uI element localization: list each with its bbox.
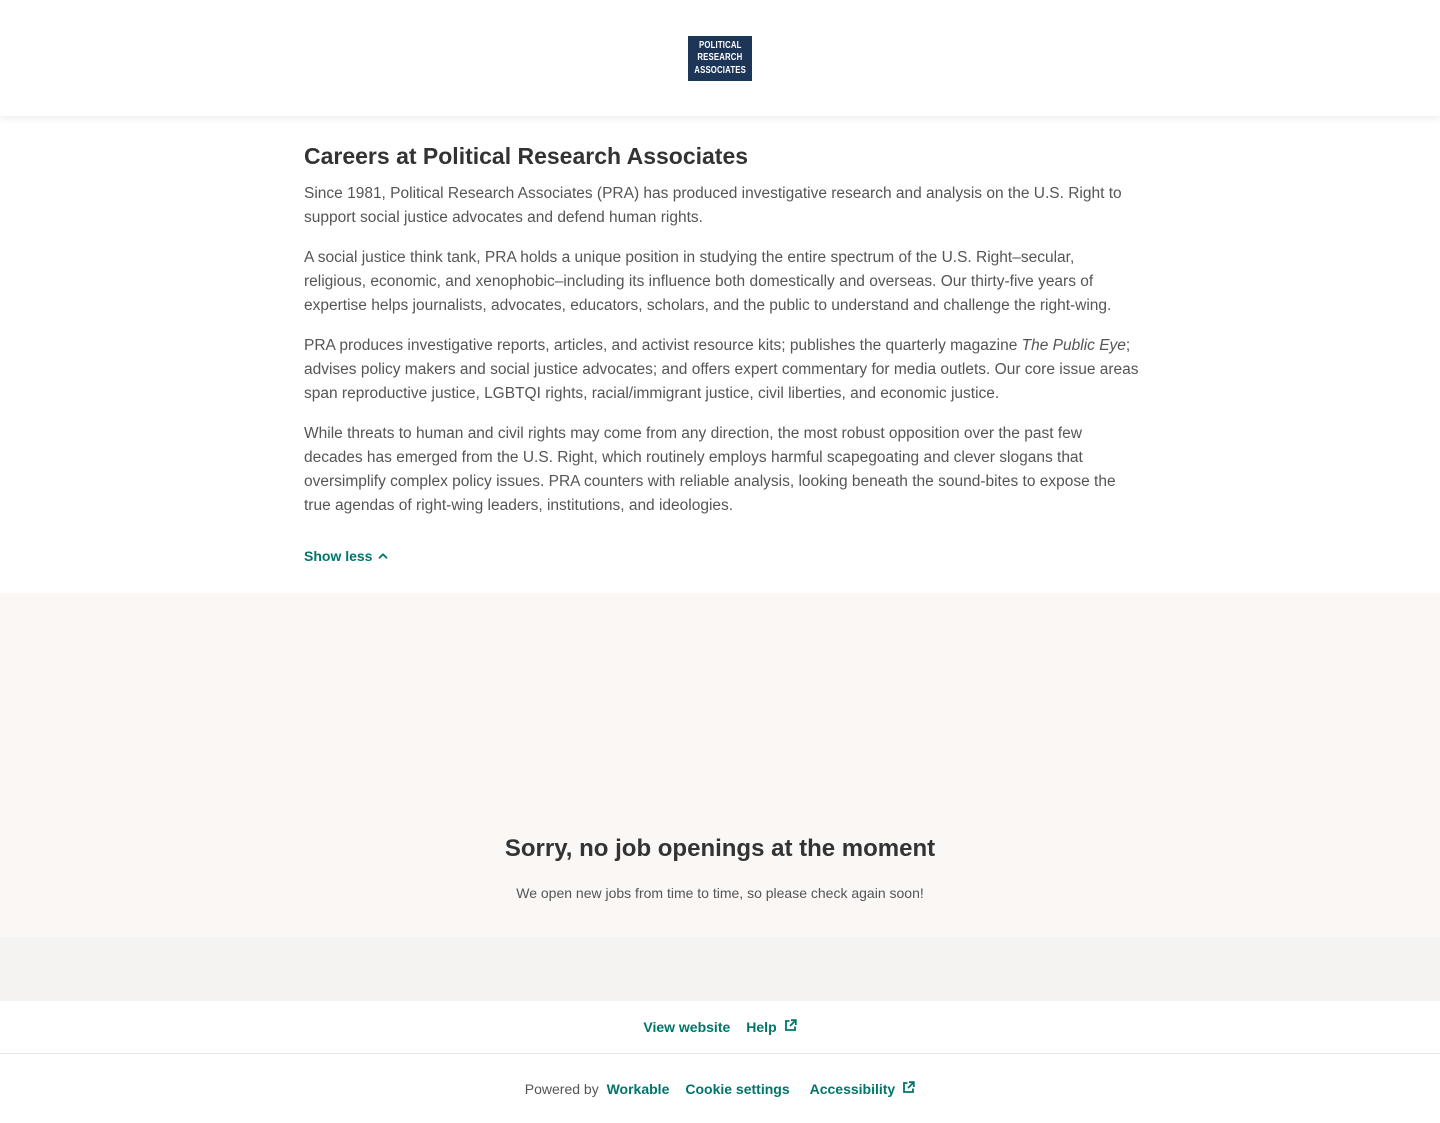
logo-line-3: ASSOCIATES	[694, 64, 746, 76]
help-label: Help	[746, 1019, 777, 1035]
paragraph-3-text-start: PRA produces investigative reports, arti…	[304, 337, 1022, 354]
powered-by-text: Powered by	[524, 1080, 599, 1097]
no-jobs-subtitle: We open new jobs from time to time, so p…	[516, 885, 924, 901]
external-link-icon	[784, 1019, 797, 1035]
company-description: Careers at Political Research Associates…	[304, 140, 1140, 534]
accessibility-link[interactable]: Accessibility	[810, 1081, 916, 1097]
show-less-label: Show less	[304, 548, 373, 564]
section-divider-band	[0, 937, 1440, 1001]
accessibility-label: Accessibility	[809, 1080, 896, 1097]
page-header: POLITICAL RESEARCH ASSOCIATES	[0, 0, 1440, 116]
chevron-up-icon	[378, 551, 388, 561]
page-footer: Powered by Workable Cookie settings Acce…	[0, 1054, 1440, 1123]
view-website-link[interactable]: View website	[643, 1019, 730, 1035]
powered-by: Powered by Workable	[525, 1081, 670, 1097]
page-title: Careers at Political Research Associates	[304, 143, 749, 169]
view-website-label: View website	[643, 1019, 731, 1035]
company-logo[interactable]: POLITICAL RESEARCH ASSOCIATES	[688, 36, 752, 81]
description-paragraph-2: A social justice think tank, PRA holds a…	[304, 249, 1112, 314]
description-paragraph-1: Since 1981, Political Research Associate…	[304, 185, 1122, 226]
logo-line-1: POLITICAL	[698, 39, 742, 51]
jobs-section: Sorry, no job openings at the moment We …	[0, 593, 1440, 937]
workable-link[interactable]: Workable	[607, 1081, 670, 1097]
external-link-icon	[902, 1080, 915, 1097]
description-paragraph-3: PRA produces investigative reports, arti…	[304, 334, 1140, 406]
no-jobs-title: Sorry, no job openings at the moment	[504, 835, 936, 862]
magazine-title: The Public Eye	[1021, 337, 1126, 354]
logo-line-2: RESEARCH	[697, 52, 743, 64]
cookie-settings-label: Cookie settings	[685, 1080, 790, 1097]
help-link[interactable]: Help	[746, 1019, 797, 1035]
show-less-button[interactable]: Show less	[304, 548, 388, 564]
description-paragraph-4: While threats to human and civil rights …	[304, 425, 1116, 514]
footer-links: View website Help	[0, 1001, 1440, 1054]
cookie-settings-link[interactable]: Cookie settings	[685, 1081, 789, 1097]
